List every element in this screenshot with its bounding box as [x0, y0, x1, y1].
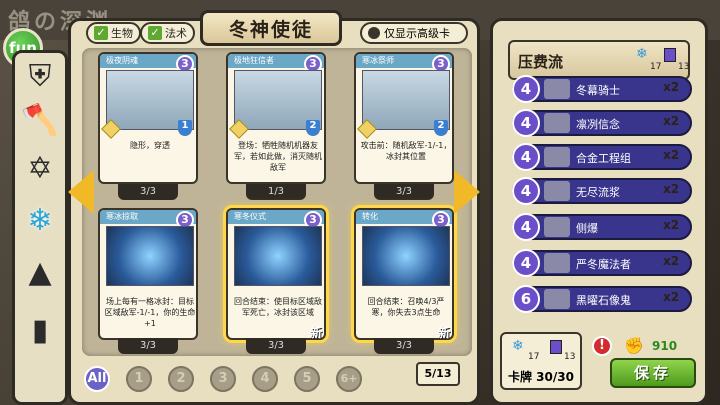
- card-hp: 1: [178, 120, 192, 136]
- card-thumb-icon: [544, 181, 570, 201]
- deck-row-cost: 6: [512, 285, 540, 313]
- card-desc: 登场：牺牲随机机器友军，若如此做，消灭随机敌军: [234, 141, 322, 172]
- card-4[interactable]: 寒冰掠取 3 场上每有一格冰封：目标区域敌军-1/-1，你的生命+1: [98, 208, 198, 340]
- prev-page-arrow-icon[interactable]: [66, 170, 94, 214]
- deck-row-name: 侧爆: [576, 222, 598, 235]
- creature-label: 生物: [111, 27, 133, 40]
- card-2[interactable]: 极地狂信者 3 2 登场：牺牲随机机器友军，若如此做，消灭随机敌军: [226, 52, 326, 184]
- spell-label: 法术: [165, 27, 187, 40]
- card-desc: 隐形，穿透: [130, 141, 170, 150]
- deck-snow-count: 17: [650, 62, 662, 72]
- deck-row-qty: x2: [663, 182, 680, 196]
- deck-row-qty: x2: [663, 218, 680, 232]
- page-indicator: 5/13: [416, 362, 460, 386]
- card-count: 3/3: [374, 338, 434, 354]
- cost-filter-1[interactable]: 1: [126, 366, 152, 392]
- card-3[interactable]: 寒冰祭师 3 2 攻击前：随机敌军-1/-1，冰封其位置: [354, 52, 454, 184]
- deck-title-box[interactable]: 压费流: [508, 40, 690, 80]
- cost-filter-2[interactable]: 2: [168, 366, 194, 392]
- new-tag: 新: [310, 326, 323, 340]
- deck-row-cost: 4: [512, 109, 540, 137]
- card-5[interactable]: 寒冬仪式 3 回合结束：使目标区域敌军死亡，冰封该区域: [226, 208, 326, 340]
- check-icon: ✓: [148, 26, 162, 40]
- snowflake-icon: ❄: [636, 46, 648, 62]
- cost-filter-4[interactable]: 4: [252, 366, 278, 392]
- deck-row-name: 合金工程组: [576, 152, 631, 165]
- deck-row-name: 冬幕骑士: [576, 84, 620, 97]
- cost-filter-3[interactable]: 3: [210, 366, 236, 392]
- card-count: 1/3: [246, 184, 306, 200]
- purple-card-icon: [664, 48, 676, 62]
- card-thumb-icon: [544, 217, 570, 237]
- gold-amount: 910: [652, 339, 678, 353]
- advanced-only-toggle[interactable]: 仅显示高级卡: [360, 22, 468, 44]
- next-page-arrow-icon[interactable]: [454, 170, 482, 214]
- save-button[interactable]: 保存: [610, 358, 696, 388]
- deck-summary: ❄ 17 13 卡牌 30/30: [500, 332, 582, 390]
- card-art: [362, 226, 450, 286]
- deck-row-name: 黑曜石像鬼: [576, 294, 631, 307]
- card-count: 3/3: [246, 338, 306, 354]
- cost-filter-6plus[interactable]: 6+: [336, 366, 362, 392]
- deck-row-name: 无尽流浆: [576, 186, 620, 199]
- card-count: 3/3: [118, 338, 178, 354]
- deck-title: 压费流: [518, 53, 564, 71]
- card-thumb-icon: [544, 289, 570, 309]
- summary-purple-count: 13: [564, 352, 576, 362]
- deck-row-cost: 4: [512, 75, 540, 103]
- warning-icon[interactable]: !: [592, 336, 612, 356]
- card-art: [234, 226, 322, 286]
- deck-row-cost: 4: [512, 143, 540, 171]
- star-of-david-icon[interactable]: ✡: [20, 148, 60, 188]
- card-desc: 场上每有一格冰封：目标区域敌军-1/-1，你的生命+1: [104, 297, 196, 328]
- creature-filter[interactable]: ✓ 生物: [86, 22, 141, 44]
- deck-row-qty: x2: [663, 114, 680, 128]
- card-count: 3/3: [118, 184, 178, 200]
- card-thumb-icon: [544, 113, 570, 133]
- new-tag: 新: [438, 326, 451, 340]
- cost-filter-all[interactable]: All: [84, 366, 110, 392]
- card-1[interactable]: 极夜阴魂 3 1 隐形，穿透: [98, 52, 198, 184]
- deck-row-cost: 4: [512, 177, 540, 205]
- card-count-total: 卡牌 30/30: [508, 370, 574, 384]
- spell-filter[interactable]: ✓ 法术: [140, 22, 195, 44]
- card-6[interactable]: 转化 3 回合结束：召唤4/3严寒，你失去3点生命: [354, 208, 454, 340]
- summary-snow-count: 17: [528, 352, 540, 362]
- book-icon[interactable]: ▮: [20, 310, 60, 350]
- card-thumb-icon: [544, 253, 570, 273]
- card-thumb-icon: [544, 147, 570, 167]
- deck-row-qty: x2: [663, 148, 680, 162]
- shield-icon[interactable]: ⛨: [20, 56, 60, 96]
- witch-hat-icon[interactable]: ▲: [20, 252, 60, 292]
- deck-row-name: 凛冽信念: [576, 118, 620, 131]
- axe-icon[interactable]: 🪓: [20, 100, 60, 140]
- card-desc: 回合结束：召唤4/3严寒，你失去3点生命: [367, 297, 445, 317]
- card-hp: 2: [306, 120, 320, 136]
- deck-row-qty: x2: [663, 254, 680, 268]
- card-count: 3/3: [374, 184, 434, 200]
- snowflake-icon[interactable]: ❄: [20, 200, 60, 240]
- class-title: 冬神使徒: [200, 10, 342, 46]
- deck-row-cost: 4: [512, 249, 540, 277]
- deck-row-qty: x2: [663, 80, 680, 94]
- radio-icon: [368, 27, 380, 39]
- deck-purple-count: 13: [678, 62, 690, 72]
- check-icon: ✓: [94, 26, 108, 40]
- card-hp: 2: [434, 120, 448, 136]
- purple-card-icon: [550, 340, 562, 354]
- card-thumb-icon: [544, 79, 570, 99]
- deck-row-qty: x2: [663, 290, 680, 304]
- card-art: [106, 226, 194, 286]
- advanced-label: 仅显示高级卡: [384, 27, 450, 40]
- fist-icon: ✊: [624, 336, 644, 355]
- snowflake-icon: ❄: [512, 338, 524, 354]
- deck-row-name: 严冬魔法者: [576, 258, 631, 271]
- cost-filter-5[interactable]: 5: [294, 366, 320, 392]
- card-desc: 攻击前：随机敌军-1/-1，冰封其位置: [360, 141, 452, 161]
- card-desc: 回合结束：使目标区域敌军死亡，冰封该区域: [234, 297, 322, 317]
- deck-row-cost: 4: [512, 213, 540, 241]
